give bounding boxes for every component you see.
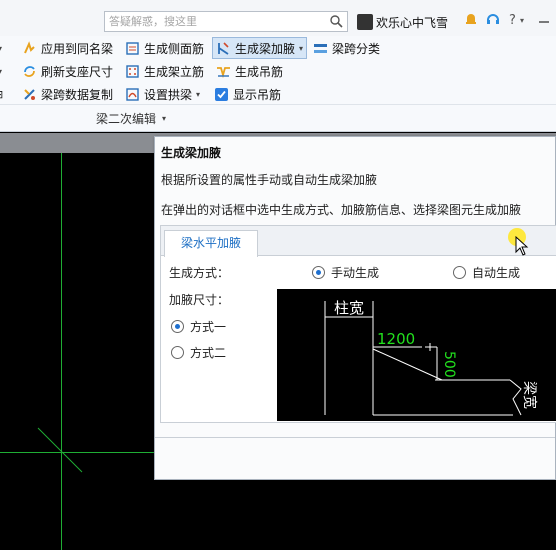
apply-same-name-label: 应用到同名梁 xyxy=(41,41,114,56)
axis-cross-mark xyxy=(37,427,83,473)
chevron-down-icon: ▾ xyxy=(0,43,3,53)
ribbon: ▾ 应用到同名梁 生成侧面筋 生成梁加腋 ▾ 梁跨分类 ▾ 刷新支座尺寸 生成架… xyxy=(0,36,556,132)
gen-beam-haunch-label: 生成梁加腋 xyxy=(235,41,296,56)
search-input[interactable]: 答疑解惑，搜这里 xyxy=(104,11,348,32)
gen-side-rebar-button[interactable]: 生成侧面筋 xyxy=(125,38,204,58)
ribbon-divider xyxy=(0,104,556,105)
tooltip-description-2: 在弹出的对话框中选中生成方式、加腋筋信息、选择梁图元生成加腋 xyxy=(161,203,522,217)
tooltip-description-1: 根据所设置的属性手动或自动生成梁加腋 xyxy=(161,173,378,187)
chevron-down-icon: ▾ xyxy=(0,66,3,76)
set-arch-beam-label: 设置拱梁 xyxy=(144,87,193,102)
cad-col-width: 柱宽 xyxy=(334,299,364,317)
tab-horizontal-haunch[interactable]: 梁水平加腋 xyxy=(164,230,258,257)
svg-text:▾: ▾ xyxy=(520,16,524,25)
gen-erection-rebar-label: 生成架立筋 xyxy=(144,64,205,79)
haunch-icon xyxy=(218,41,229,55)
title-bar: 答疑解惑，搜这里 欢乐心中飞雪 ? ▾ xyxy=(0,0,556,36)
radio-auto-dot[interactable] xyxy=(453,266,466,279)
hanger-rebar-icon xyxy=(217,66,230,78)
beam-span-copy-button[interactable]: 梁跨数据复制 xyxy=(22,84,113,104)
gen-mode-label: 生成方式： xyxy=(169,264,229,281)
chevron-down-icon[interactable]: ▾ xyxy=(196,90,200,99)
side-rebar-icon xyxy=(126,41,139,55)
group-label-text: 梁二次编辑 xyxy=(96,112,157,126)
search-icon[interactable] xyxy=(329,14,343,28)
radio-mode1[interactable]: 方式一 xyxy=(171,318,226,335)
gen-side-rebar-label: 生成侧面筋 xyxy=(144,41,205,56)
show-hanger-rebar-label: 显示吊筋 xyxy=(233,87,282,102)
haunch-diagram: 柱宽 1200 500 梁宽 xyxy=(277,289,556,421)
ribbon-edge-arrow-2[interactable]: ▾ xyxy=(0,61,2,81)
avatar xyxy=(357,14,373,30)
username: 欢乐心中飞雪 xyxy=(376,15,449,30)
checkbox-checked-icon[interactable] xyxy=(214,87,229,102)
apply-icon xyxy=(24,40,35,53)
tooltip-panel: 生成梁加腋 根据所设置的属性手动或自动生成梁加腋 在弹出的对话框中选中生成方式、… xyxy=(154,136,556,480)
gen-erection-rebar-button[interactable]: 生成架立筋 xyxy=(125,61,204,81)
cad-beam-width: 梁宽 xyxy=(521,381,538,409)
gen-mode-label-text: 生成方式： xyxy=(169,266,230,280)
radio-mode2-label: 方式二 xyxy=(190,346,227,360)
mouse-pointer-icon xyxy=(515,236,529,256)
tooltip-preview-dialog: 梁水平加腋 生成方式： 手动生成 自动生成 加腋尺寸： 方式一 方式二 柱宽 1… xyxy=(160,225,556,423)
chevron-down-icon[interactable]: ▾ xyxy=(299,44,303,53)
beam-span-classify-label: 梁跨分类 xyxy=(332,41,381,56)
ribbon-edge-arrow-1[interactable]: ▾ xyxy=(0,38,2,58)
ribbon-edge-item-3[interactable]: ⊞ xyxy=(0,84,3,104)
refresh-support-size-label: 刷新支座尺寸 xyxy=(41,64,114,79)
haunch-size-label-text: 加腋尺寸： xyxy=(169,293,230,307)
axis-line-vertical xyxy=(61,153,62,550)
chevron-down-icon[interactable]: ▾ xyxy=(162,114,166,123)
headset-icon[interactable] xyxy=(486,12,500,26)
radio-manual-label: 手动生成 xyxy=(331,266,380,280)
set-arch-beam-button[interactable]: 设置拱梁 ▾ xyxy=(125,84,200,104)
refresh-icon xyxy=(24,65,35,77)
user-account[interactable]: 欢乐心中飞雪 xyxy=(357,12,448,32)
radio-mode2[interactable]: 方式二 xyxy=(171,344,226,361)
gen-beam-haunch-button[interactable]: 生成梁加腋 ▾ xyxy=(212,37,308,59)
cad-dim-1200: 1200 xyxy=(377,330,415,348)
radio-mode2-dot[interactable] xyxy=(171,346,184,359)
gen-hanger-rebar-label: 生成吊筋 xyxy=(235,64,284,79)
apply-same-name-button[interactable]: 应用到同名梁 xyxy=(22,38,113,58)
span-classify-icon xyxy=(314,43,327,53)
cad-dim-500: 500 xyxy=(441,351,457,378)
radio-auto-label: 自动生成 xyxy=(472,266,521,280)
radio-manual-dot[interactable] xyxy=(312,266,325,279)
gen-hanger-rebar-button[interactable]: 生成吊筋 xyxy=(216,61,283,81)
ribbon-group-title: 梁二次编辑 ▾ xyxy=(96,110,166,127)
show-hanger-rebar-checkbox[interactable]: 显示吊筋 xyxy=(214,84,281,104)
edge-glyph: ⊞ xyxy=(0,88,3,101)
radio-mode1-label: 方式一 xyxy=(190,320,227,334)
panel-footer-divider xyxy=(155,437,555,438)
refresh-support-size-button[interactable]: 刷新支座尺寸 xyxy=(22,61,113,81)
haunch-size-label: 加腋尺寸： xyxy=(169,291,229,308)
tooltip-title: 生成梁加腋 xyxy=(161,146,222,160)
help-icon[interactable]: ? ▾ xyxy=(508,12,530,26)
radio-auto[interactable]: 自动生成 xyxy=(453,264,520,281)
erection-rebar-icon xyxy=(126,64,139,78)
bell-icon[interactable] xyxy=(464,12,478,26)
radio-manual[interactable]: 手动生成 xyxy=(312,264,379,281)
search-placeholder: 答疑解惑，搜这里 xyxy=(109,15,197,28)
arch-beam-icon xyxy=(126,87,139,101)
beam-span-copy-label: 梁跨数据复制 xyxy=(41,87,114,102)
haunch-diagram-svg: 柱宽 1200 500 梁宽 xyxy=(324,299,538,416)
svg-text:?: ? xyxy=(509,13,516,26)
minimize-icon[interactable] xyxy=(538,12,550,26)
preview-tabstrip: 梁水平加腋 xyxy=(161,226,556,257)
beam-span-classify-button[interactable]: 梁跨分类 xyxy=(313,38,380,58)
radio-mode1-dot[interactable] xyxy=(171,320,184,333)
copy-icon xyxy=(24,88,35,100)
